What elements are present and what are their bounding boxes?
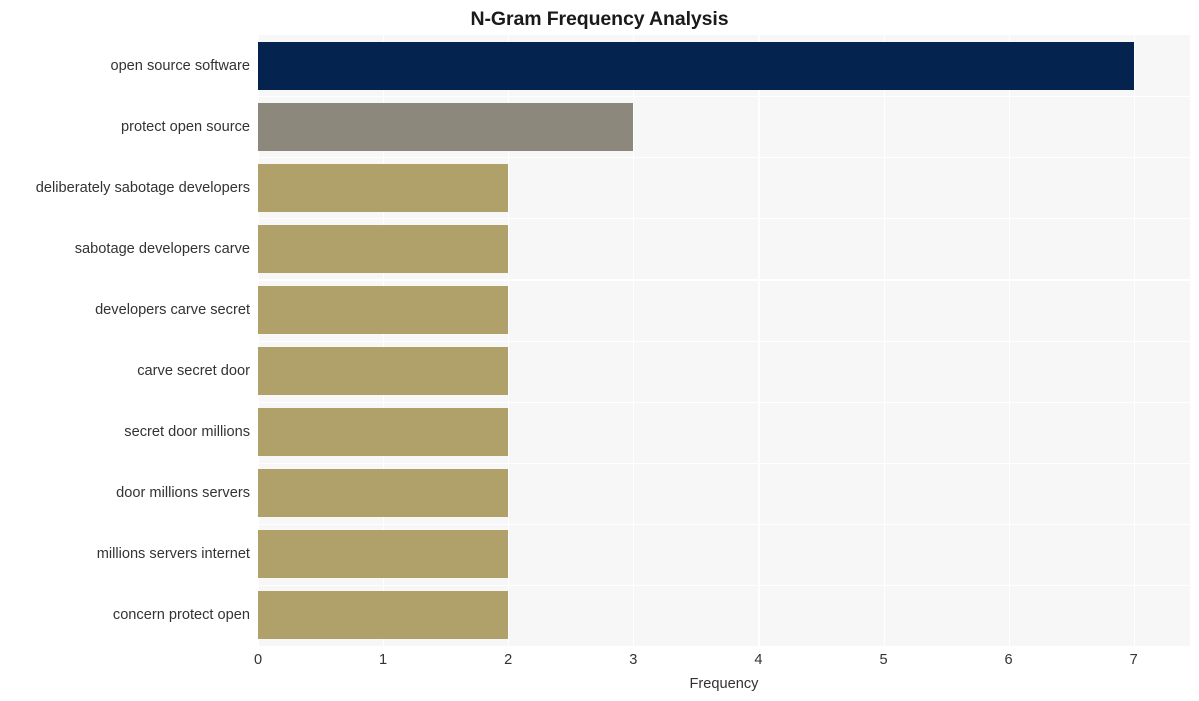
horizontal-gridline bbox=[258, 157, 1190, 159]
bar bbox=[258, 591, 509, 640]
y-axis-tick-label: developers carve secret bbox=[95, 301, 250, 318]
horizontal-gridline bbox=[258, 279, 1190, 281]
y-axis-tick-labels: open source software protect open source d… bbox=[0, 35, 250, 646]
plot-area bbox=[258, 35, 1190, 646]
y-axis-tick-label: deliberately sabotage developers bbox=[35, 179, 250, 196]
ngram-frequency-bar-chart: N-Gram Frequency Analysis open source so… bbox=[0, 0, 1199, 701]
bar bbox=[258, 347, 509, 396]
x-axis-tick-label: 4 bbox=[754, 652, 763, 668]
bar bbox=[258, 102, 634, 151]
y-axis-tick-label: secret door millions bbox=[124, 424, 250, 441]
bar bbox=[258, 530, 509, 579]
x-axis-tick-label: 0 bbox=[253, 652, 263, 668]
x-axis-tick-label: 1 bbox=[379, 652, 388, 668]
horizontal-gridline bbox=[258, 218, 1190, 220]
bar bbox=[258, 41, 1134, 90]
x-axis-tick-label: 7 bbox=[1129, 652, 1138, 668]
x-axis-tick-label: 2 bbox=[504, 652, 513, 668]
x-axis-tick-label: 5 bbox=[879, 652, 888, 668]
y-axis-tick-label: protect open source bbox=[121, 118, 250, 135]
bar bbox=[258, 285, 509, 334]
horizontal-gridline bbox=[258, 96, 1190, 98]
y-axis-tick-label: millions servers internet bbox=[96, 546, 250, 563]
y-axis-tick-label: carve secret door bbox=[137, 363, 250, 380]
y-axis-tick-label: open source software bbox=[110, 57, 250, 74]
bar bbox=[258, 224, 509, 273]
horizontal-gridline bbox=[258, 462, 1190, 464]
y-axis-tick-label: concern protect open bbox=[112, 607, 250, 624]
y-axis-tick-label: door millions servers bbox=[116, 485, 250, 502]
horizontal-gridline bbox=[258, 523, 1190, 525]
x-axis-tick-label: 6 bbox=[1004, 652, 1013, 668]
y-axis-tick-label: sabotage developers carve bbox=[74, 240, 250, 257]
bar bbox=[258, 408, 509, 457]
x-axis-tick-labels: 0 1 2 3 4 5 6 7 bbox=[254, 650, 1190, 672]
x-axis-label: Frequency bbox=[689, 676, 759, 692]
horizontal-gridline bbox=[258, 584, 1190, 587]
x-axis-tick-label: 3 bbox=[629, 652, 638, 668]
chart-title: N-Gram Frequency Analysis bbox=[470, 8, 729, 30]
bar bbox=[258, 469, 509, 518]
bar bbox=[258, 163, 509, 212]
horizontal-gridline bbox=[258, 340, 1190, 342]
horizontal-gridline bbox=[258, 401, 1190, 403]
